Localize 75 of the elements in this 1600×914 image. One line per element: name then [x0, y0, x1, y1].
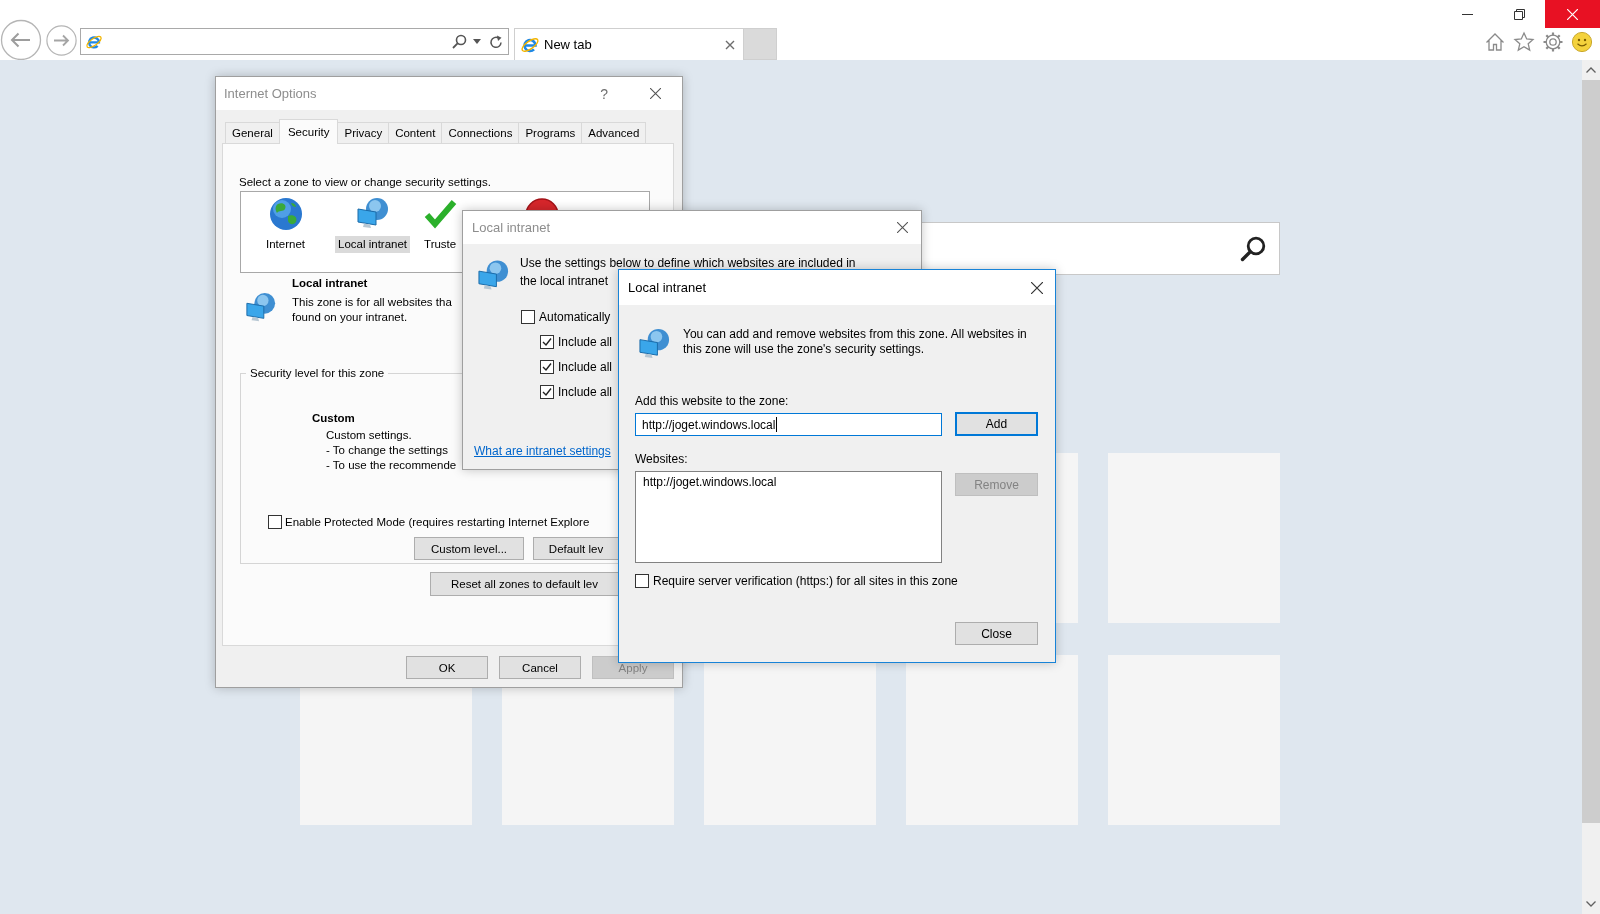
checkbox[interactable] — [635, 574, 649, 588]
dialog-title: Local intranet — [628, 280, 708, 295]
restore-icon[interactable] — [1513, 8, 1525, 20]
instruction-text: Select a zone to view or change security settings. — [239, 175, 491, 189]
websites-listbox[interactable]: http://joget.windows.local — [635, 471, 942, 563]
cancel-button[interactable]: Cancel — [499, 656, 581, 679]
tab[interactable]: Security — [278, 119, 339, 144]
checkbox[interactable] — [521, 310, 535, 324]
zone-title: Local intranet — [292, 276, 368, 291]
site-tile[interactable] — [906, 655, 1078, 825]
checkbox-label: Require server verification (https:) for all sites in this zone — [653, 574, 958, 588]
checkbox-label: Include all — [558, 385, 613, 399]
close-icon[interactable] — [897, 222, 908, 233]
computer-globe-icon — [477, 259, 510, 293]
close-icon[interactable] — [725, 39, 735, 50]
field-label: Add this website to the zone: — [635, 394, 789, 409]
close-icon — [1567, 8, 1578, 20]
computer-globe-icon[interactable] — [355, 197, 390, 231]
text-cursor-icon — [776, 417, 778, 432]
zone-label[interactable]: Local intranet — [335, 236, 411, 253]
zone-label[interactable]: Internet — [263, 236, 308, 253]
checkbox[interactable] — [268, 515, 282, 529]
tab[interactable]: Advanced — [581, 122, 647, 143]
search-icon[interactable] — [451, 33, 467, 50]
home-icon[interactable] — [1484, 31, 1506, 53]
zone-label[interactable]: Truste — [421, 236, 460, 253]
level-title: Custom — [312, 411, 355, 426]
checkmark-icon[interactable] — [423, 197, 458, 231]
level-description-line: - To change the settings — [326, 443, 448, 458]
field-label: Websites: — [635, 452, 688, 467]
description-line: the local intranet — [520, 275, 609, 288]
tab[interactable]: General — [225, 122, 280, 143]
reset-zones-button[interactable]: Reset all zones to default lev — [430, 572, 619, 596]
dialog-title: Local intranet — [472, 220, 552, 235]
checkbox[interactable] — [540, 360, 554, 374]
url-input-field[interactable]: http://joget.windows.local — [635, 413, 942, 436]
ok-button[interactable]: OK — [406, 656, 488, 679]
star-icon[interactable] — [1513, 31, 1535, 53]
scroll-up-icon[interactable] — [1586, 67, 1596, 73]
checkbox[interactable] — [540, 335, 554, 349]
back-icon[interactable] — [0, 19, 42, 60]
description-line: found on your intranet. — [292, 310, 408, 325]
caret-icon[interactable] — [473, 39, 481, 44]
level-description-line: - To use the recommende — [326, 458, 457, 473]
description-line: This zone is for all websites tha — [292, 295, 452, 310]
checkbox-label: Include all — [558, 335, 613, 349]
close-dialog-button[interactable]: Close — [955, 622, 1038, 645]
checkbox-label: Enable Protected Mode (requires restarting Internet Explore — [285, 515, 590, 529]
close-icon[interactable] — [1031, 281, 1043, 294]
group-label: Security level for this zone — [249, 366, 386, 380]
description-text: You can add and remove websites from this zone. All websites in this zone will use the zone's security settings. — [683, 327, 1028, 358]
checkbox-label: Automatically — [539, 310, 611, 324]
dialog-title: Internet Options — [224, 86, 318, 101]
help-button[interactable]: ? — [600, 85, 608, 102]
add-button[interactable]: Add — [955, 412, 1038, 436]
checkbox-label: Include all — [558, 360, 613, 374]
search-icon[interactable] — [1239, 234, 1267, 263]
search-field[interactable] — [920, 222, 1280, 275]
browser-tab[interactable]: New tab — [514, 28, 744, 60]
computer-globe-icon — [245, 292, 277, 324]
list-item[interactable]: http://joget.windows.local — [636, 475, 784, 490]
smiley-icon[interactable] — [1571, 31, 1593, 53]
forward-icon[interactable] — [46, 25, 77, 56]
refresh-icon[interactable] — [489, 34, 503, 49]
scroll-down-icon[interactable] — [1586, 901, 1596, 907]
checkbox[interactable] — [540, 385, 554, 399]
default-level-button[interactable]: Default lev — [533, 537, 619, 560]
level-description-line: Custom settings. — [326, 428, 412, 443]
globe-icon[interactable] — [268, 197, 303, 231]
computer-globe-icon — [638, 328, 671, 361]
description-line: Use the settings below to define which websites are included in — [520, 257, 856, 270]
close-icon[interactable] — [650, 88, 661, 99]
help-link[interactable]: What are intranet settings — [474, 444, 611, 458]
settings-icon[interactable] — [1542, 31, 1564, 53]
custom-level-button[interactable]: Custom level... — [414, 537, 524, 560]
